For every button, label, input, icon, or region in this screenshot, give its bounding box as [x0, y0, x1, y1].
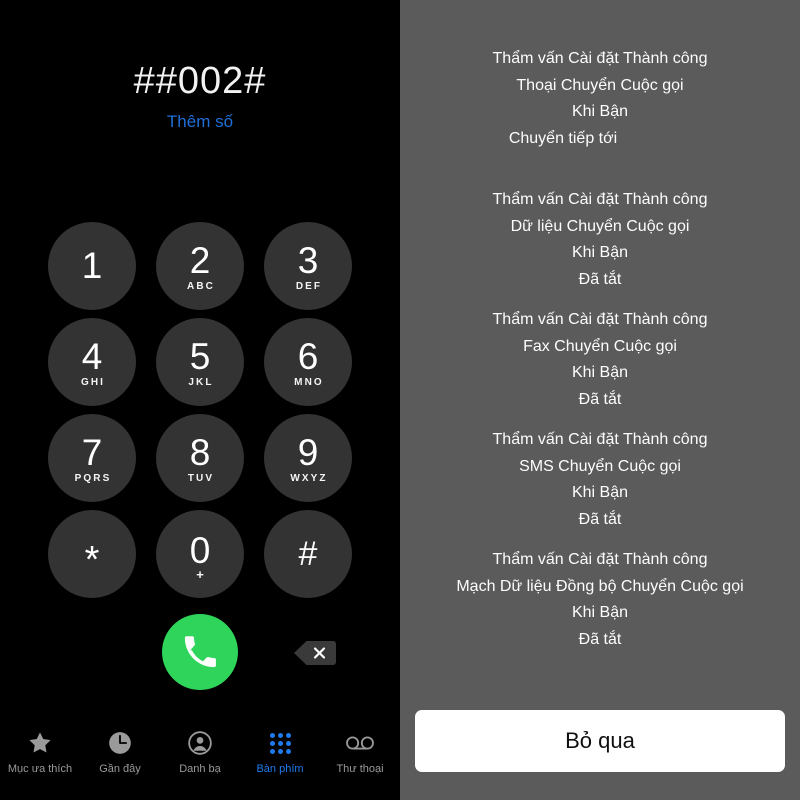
dialpad-key-0[interactable]: 0 + — [156, 510, 244, 598]
tab-voicemail[interactable]: Thư thoại — [320, 728, 400, 776]
dialpad-key-digit: 8 — [189, 431, 211, 473]
dialpad: 1 2 ABC 3 DEF 4 GHI 5 JKL 6 MNO 7 PQRS 8… — [48, 222, 352, 598]
tab-label: Gần đây — [99, 763, 141, 775]
dialpad-key-6[interactable]: 6 MNO — [264, 318, 352, 406]
keypad-dots-icon — [269, 728, 291, 758]
person-circle-icon — [187, 728, 213, 758]
dialpad-key-letters: ABC — [187, 280, 215, 292]
dialpad-key-digit: 2 — [189, 239, 211, 281]
dialpad-key-5[interactable]: 5 JKL — [156, 318, 244, 406]
ussd-message-line: Thẩm vấn Cài đặt Thành công — [492, 311, 708, 328]
ussd-message-line: Đã tắt — [578, 630, 622, 648]
ussd-message-line: Khi Bận — [571, 103, 629, 120]
tab-label: Bàn phím — [256, 763, 304, 775]
backspace-delete-icon — [292, 638, 336, 668]
ussd-message-line: Đã tắt — [578, 270, 622, 288]
dialpad-key-letters: PQRS — [74, 472, 112, 484]
ussd-message-line: Khi Bận — [571, 364, 629, 381]
bottom-tab-bar: Mục ưa thích Gần đây Danh bạ Bàn phím Th… — [0, 720, 400, 800]
ussd-message-block: Thẩm vấn Cài đặt Thành công Fax Chuyển C… — [400, 307, 800, 413]
ussd-block-gap — [400, 413, 800, 427]
ussd-block-gap — [400, 533, 800, 547]
tab-label: Thư thoại — [336, 763, 384, 775]
ussd-message-line: Thoại Chuyển Cuộc gọi — [516, 76, 684, 94]
dialed-number-display[interactable]: ##002# — [0, 58, 400, 104]
screenshot-root: ##002# Thêm số 1 2 ABC 3 DEF 4 GHI 5 JKL — [0, 0, 800, 800]
ussd-block-gap — [400, 152, 800, 187]
tab-label: Danh bạ — [179, 763, 221, 775]
delete-backspace-button[interactable] — [292, 638, 336, 668]
dismiss-button[interactable]: Bỏ qua — [415, 710, 785, 772]
dialpad-key-digit: 1 — [81, 245, 103, 286]
dialpad-key-digit: * — [84, 539, 100, 581]
ussd-message-line: Thẩm vấn Cài đặt Thành công — [492, 551, 708, 568]
ussd-message-line: Mạch Dữ liệu Đồng bộ Chuyển Cuộc gọi — [456, 577, 744, 595]
ussd-block-gap — [400, 293, 800, 307]
dialpad-key-digit: 6 — [297, 335, 319, 377]
ussd-message-line: Thẩm vấn Cài đặt Thành công — [492, 50, 708, 67]
dialpad-key-digit: 0 — [189, 529, 211, 571]
ussd-message-line: Đã tắt — [578, 510, 622, 528]
dialpad-key-digit: # — [298, 535, 318, 573]
dialpad-key-letters: GHI — [80, 376, 106, 388]
dialpad-key-letters: DEF — [295, 280, 323, 292]
ussd-message-line: Đã tắt — [578, 390, 622, 408]
dialpad-key-9[interactable]: 9 WXYZ — [264, 414, 352, 502]
ussd-message-line: Fax Chuyển Cuộc gọi — [523, 337, 677, 355]
tab-label: Mục ưa thích — [7, 763, 73, 775]
dialpad-key-digit: 3 — [297, 239, 319, 281]
clock-icon — [107, 728, 133, 758]
dialpad-key-letters: JKL — [188, 376, 214, 388]
ussd-message-line: Khi Bận — [571, 604, 629, 621]
dialpad-key-7[interactable]: 7 PQRS — [48, 414, 136, 502]
dialpad-key-plus: + — [196, 566, 204, 582]
ussd-message-line: SMS Chuyển Cuộc gọi — [519, 457, 681, 475]
ussd-message-line: Chuyển tiếp tới — [508, 129, 618, 147]
dialpad-key-2[interactable]: 2 ABC — [156, 222, 244, 310]
tab-keypad[interactable]: Bàn phím — [240, 728, 320, 776]
ussd-message-line: Khi Bận — [571, 484, 629, 501]
call-action-row — [0, 614, 400, 690]
dialpad-key-1[interactable]: 1 — [48, 222, 136, 310]
ussd-message-area: Thẩm vấn Cài đặt Thành công Thoại Chuyển… — [400, 0, 800, 653]
add-number-link[interactable]: Thêm số — [0, 110, 400, 134]
voicemail-icon — [345, 728, 375, 758]
call-button[interactable] — [162, 614, 238, 690]
dialpad-key-hash[interactable]: # — [264, 510, 352, 598]
dialpad-key-digit: 7 — [81, 431, 103, 473]
dialpad-key-8[interactable]: 8 TUV — [156, 414, 244, 502]
dialpad-key-digit: 4 — [81, 335, 103, 377]
dialpad-key-digit: 9 — [297, 431, 319, 473]
dialpad-key-digit: 5 — [189, 335, 211, 377]
ussd-message-line: Thẩm vấn Cài đặt Thành công — [492, 191, 708, 208]
ussd-message-line: Thẩm vấn Cài đặt Thành công — [492, 431, 708, 448]
phone-icon — [182, 634, 218, 670]
ussd-message-block: Thẩm vấn Cài đặt Thành công Mạch Dữ liệu… — [400, 547, 800, 653]
dialpad-key-4[interactable]: 4 GHI — [48, 318, 136, 406]
tab-recents[interactable]: Gần đây — [80, 728, 160, 776]
ussd-message-block: Thẩm vấn Cài đặt Thành công SMS Chuyển C… — [400, 427, 800, 533]
dialpad-key-3[interactable]: 3 DEF — [264, 222, 352, 310]
ussd-response-panel: Thẩm vấn Cài đặt Thành công Thoại Chuyển… — [400, 0, 800, 800]
star-icon — [27, 728, 53, 758]
ussd-message-line: Dữ liệu Chuyển Cuộc gọi — [510, 217, 690, 235]
dialpad-key-letters: WXYZ — [290, 472, 328, 484]
phone-dialer-panel: ##002# Thêm số 1 2 ABC 3 DEF 4 GHI 5 JKL — [0, 0, 400, 800]
dialpad-key-letters: MNO — [294, 376, 324, 388]
ussd-message-block: Thẩm vấn Cài đặt Thành công Thoại Chuyển… — [400, 46, 800, 152]
dialpad-key-letters: TUV — [187, 472, 215, 484]
tab-favorites[interactable]: Mục ưa thích — [0, 728, 80, 776]
dialpad-key-star[interactable]: * — [48, 510, 136, 598]
tab-contacts[interactable]: Danh bạ — [160, 728, 240, 776]
ussd-message-line: Khi Bận — [571, 244, 629, 261]
ussd-message-block: Thẩm vấn Cài đặt Thành công Dữ liệu Chuy… — [400, 187, 800, 293]
